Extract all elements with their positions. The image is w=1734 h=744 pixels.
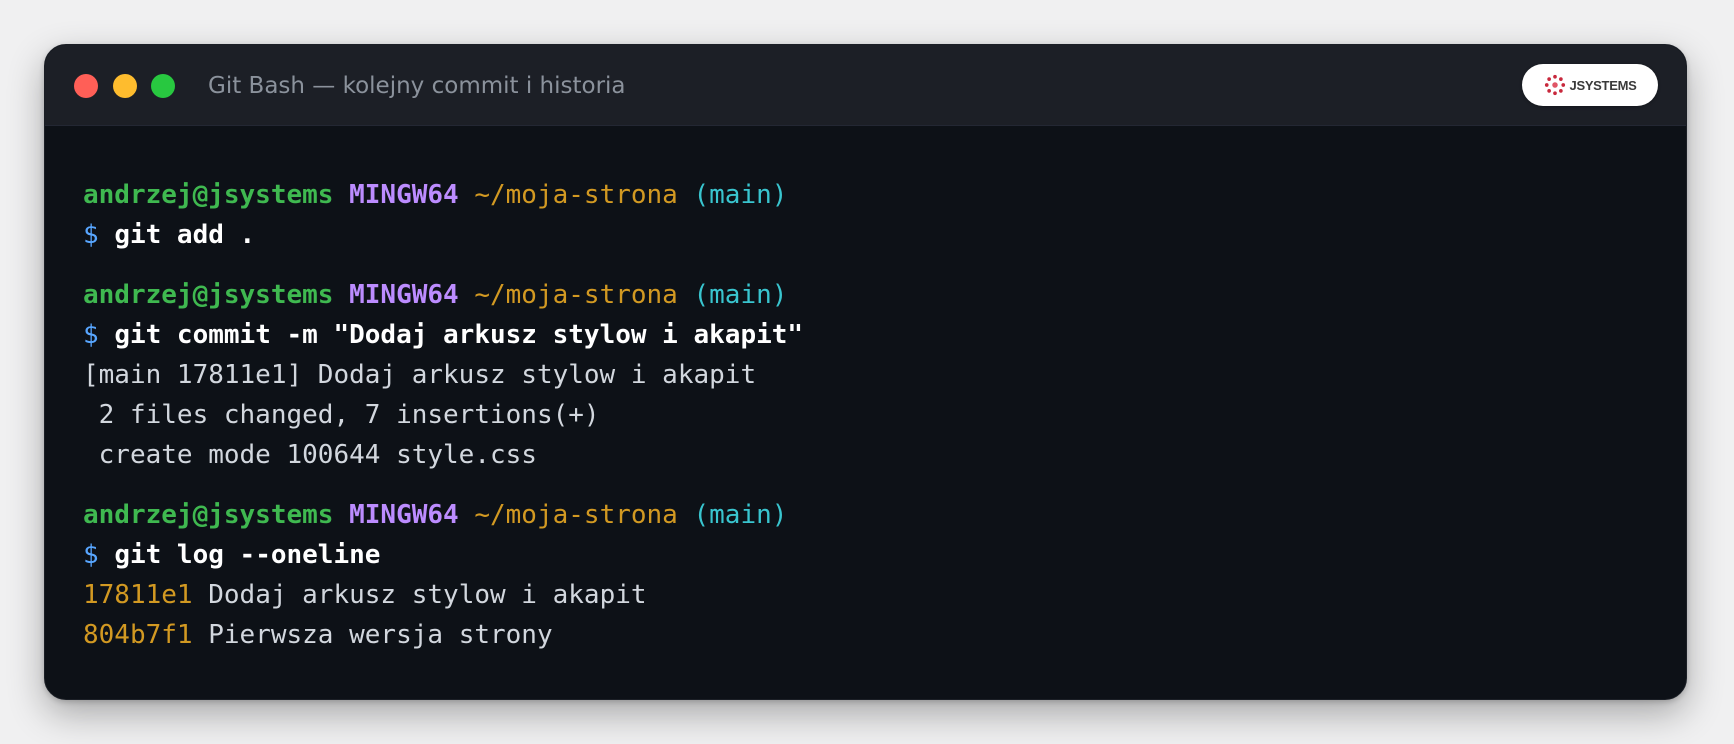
close-window-button[interactable] (74, 74, 98, 98)
prompt-shell: MINGW64 (349, 180, 459, 210)
prompt-line: andrzej@jsystems MINGW64 ~/moja-strona (… (83, 275, 1656, 315)
prompt-branch: (main) (693, 500, 788, 530)
prompt-path: ~/moja-strona (474, 280, 678, 310)
title-bar: Git Bash — kolejny commit i historia JSY… (45, 45, 1686, 126)
command-text: git commit -m "Dodaj arkusz stylow i aka… (114, 320, 804, 350)
prompt-path: ~/moja-strona (474, 500, 678, 530)
prompt-branch: (main) (693, 180, 788, 210)
output-line: 2 files changed, 7 insertions(+) (83, 400, 600, 430)
terminal-window: Git Bash — kolejny commit i historia JSY… (44, 44, 1687, 700)
jsystems-logo: JSYSTEMS (1522, 64, 1658, 106)
commit-hash: 804b7f1 (83, 620, 193, 650)
output-line: [main 17811e1] Dodaj arkusz stylow i aka… (83, 360, 757, 390)
prompt-path: ~/moja-strona (474, 180, 678, 210)
command-line: $ git log --oneline (83, 535, 1656, 575)
log-entry: 17811e1 Dodaj arkusz stylow i akapit (83, 575, 1656, 615)
prompt-symbol: $ (83, 220, 99, 250)
commit-hash: 17811e1 (83, 580, 193, 610)
terminal-output[interactable]: andrzej@jsystems MINGW64 ~/moja-strona (… (83, 175, 1656, 655)
command-line: $ git commit -m "Dodaj arkusz stylow i a… (83, 315, 1656, 355)
command-text: git log --oneline (114, 540, 381, 570)
maximize-window-button[interactable] (151, 74, 175, 98)
prompt-line: andrzej@jsystems MINGW64 ~/moja-strona (… (83, 175, 1656, 215)
prompt-user-host: andrzej@jsystems (83, 500, 334, 530)
prompt-user-host: andrzej@jsystems (83, 180, 334, 210)
jsystems-logo-text: JSYSTEMS (1569, 77, 1637, 93)
prompt-symbol: $ (83, 540, 99, 570)
prompt-shell: MINGW64 (349, 280, 459, 310)
command-line: $ git add . (83, 215, 1656, 255)
prompt-user-host: andrzej@jsystems (83, 280, 334, 310)
prompt-shell: MINGW64 (349, 500, 459, 530)
jsystems-logo-icon (1544, 74, 1565, 96)
output-line: create mode 100644 style.css (83, 440, 537, 470)
commit-message: Dodaj arkusz stylow i akapit (208, 580, 647, 610)
prompt-branch: (main) (693, 280, 788, 310)
minimize-window-button[interactable] (113, 74, 137, 98)
prompt-symbol: $ (83, 320, 99, 350)
prompt-line: andrzej@jsystems MINGW64 ~/moja-strona (… (83, 495, 1656, 535)
log-entry: 804b7f1 Pierwsza wersja strony (83, 615, 1656, 655)
command-text: git add . (114, 220, 256, 250)
window-title: Git Bash — kolejny commit i historia (208, 73, 626, 99)
commit-message: Pierwsza wersja strony (208, 620, 553, 650)
